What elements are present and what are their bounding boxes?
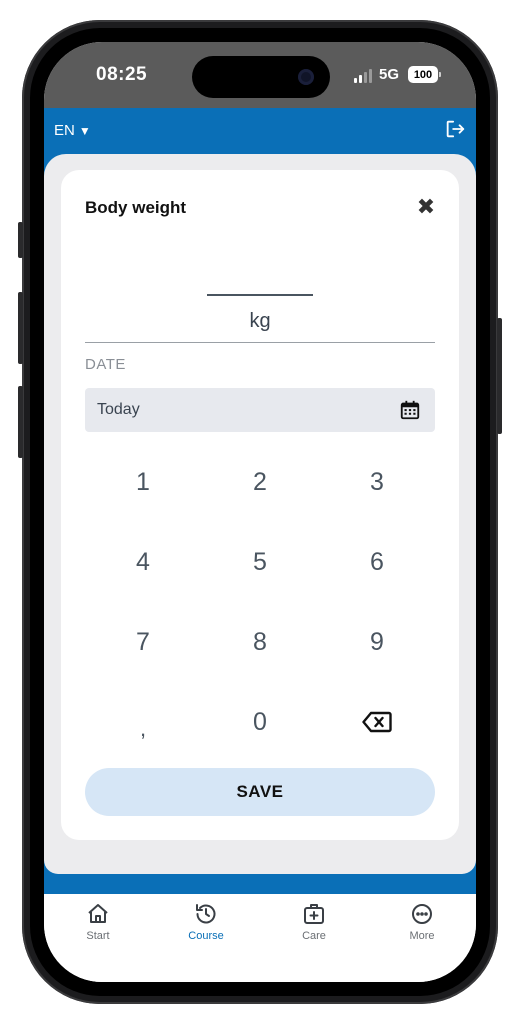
camera-icon bbox=[298, 69, 314, 85]
save-button[interactable]: SAVE bbox=[85, 768, 435, 816]
signal-icon bbox=[354, 69, 372, 83]
volume-up-button bbox=[18, 292, 23, 364]
tab-care[interactable]: Care bbox=[260, 902, 368, 948]
tab-label-more: More bbox=[409, 930, 435, 942]
medical-kit-icon bbox=[304, 904, 324, 924]
weight-value-input[interactable] bbox=[207, 294, 313, 296]
key-9[interactable]: 9 bbox=[319, 602, 435, 682]
action-button bbox=[18, 222, 23, 258]
network-type: 5G bbox=[379, 66, 400, 83]
tab-course[interactable]: Course bbox=[152, 902, 260, 948]
key-0[interactable]: 0 bbox=[202, 682, 318, 762]
backspace-icon bbox=[362, 711, 392, 733]
date-label: DATE bbox=[85, 356, 126, 373]
status-bar: 08:25 5G 100 bbox=[44, 42, 476, 108]
bottom-tab-bar: Start Course Care More bbox=[44, 894, 476, 982]
key-2[interactable]: 2 bbox=[202, 442, 318, 522]
date-value: Today bbox=[97, 401, 140, 418]
volume-down-button bbox=[18, 386, 23, 458]
language-selector[interactable]: EN ▼ bbox=[54, 122, 91, 139]
more-icon bbox=[412, 904, 432, 924]
calendar-icon[interactable] bbox=[399, 399, 421, 421]
language-code: EN bbox=[54, 122, 75, 139]
tab-label-start: Start bbox=[86, 930, 110, 942]
home-icon bbox=[88, 904, 108, 923]
close-icon: ✖ bbox=[416, 194, 436, 219]
tab-label-course: Course bbox=[188, 930, 224, 942]
battery-icon: 100 bbox=[408, 66, 441, 83]
backspace-key[interactable] bbox=[319, 682, 435, 762]
body-weight-dialog: Body weight ✖ kg DATE Today 1 2 3 4 5 6 … bbox=[61, 170, 459, 840]
close-button[interactable]: ✖ bbox=[415, 194, 437, 219]
dynamic-island bbox=[192, 56, 330, 98]
logout-icon[interactable] bbox=[444, 118, 466, 140]
tab-start[interactable]: Start bbox=[44, 902, 152, 948]
tab-more[interactable]: More bbox=[368, 902, 476, 948]
divider bbox=[85, 342, 435, 343]
screen: 08:25 5G 100 EN ▼ Body weight ✖ kg DATE … bbox=[44, 42, 476, 982]
key-4[interactable]: 4 bbox=[85, 522, 201, 602]
caret-down-icon: ▼ bbox=[78, 123, 91, 138]
app-header: EN ▼ bbox=[44, 108, 476, 154]
dialog-title: Body weight bbox=[85, 198, 187, 217]
history-icon bbox=[196, 904, 216, 924]
key-8[interactable]: 8 bbox=[202, 602, 318, 682]
battery-level: 100 bbox=[413, 68, 433, 81]
key-6[interactable]: 6 bbox=[319, 522, 435, 602]
unit-label: kg bbox=[249, 310, 271, 332]
status-time: 08:25 bbox=[96, 64, 148, 85]
power-button bbox=[497, 318, 502, 434]
key-7[interactable]: 7 bbox=[85, 602, 201, 682]
key-3[interactable]: 3 bbox=[319, 442, 435, 522]
key-5[interactable]: 5 bbox=[202, 522, 318, 602]
key-1[interactable]: 1 bbox=[85, 442, 201, 522]
key-comma[interactable]: , bbox=[85, 682, 201, 762]
date-field[interactable]: Today bbox=[85, 388, 435, 432]
tab-label-care: Care bbox=[302, 930, 326, 942]
